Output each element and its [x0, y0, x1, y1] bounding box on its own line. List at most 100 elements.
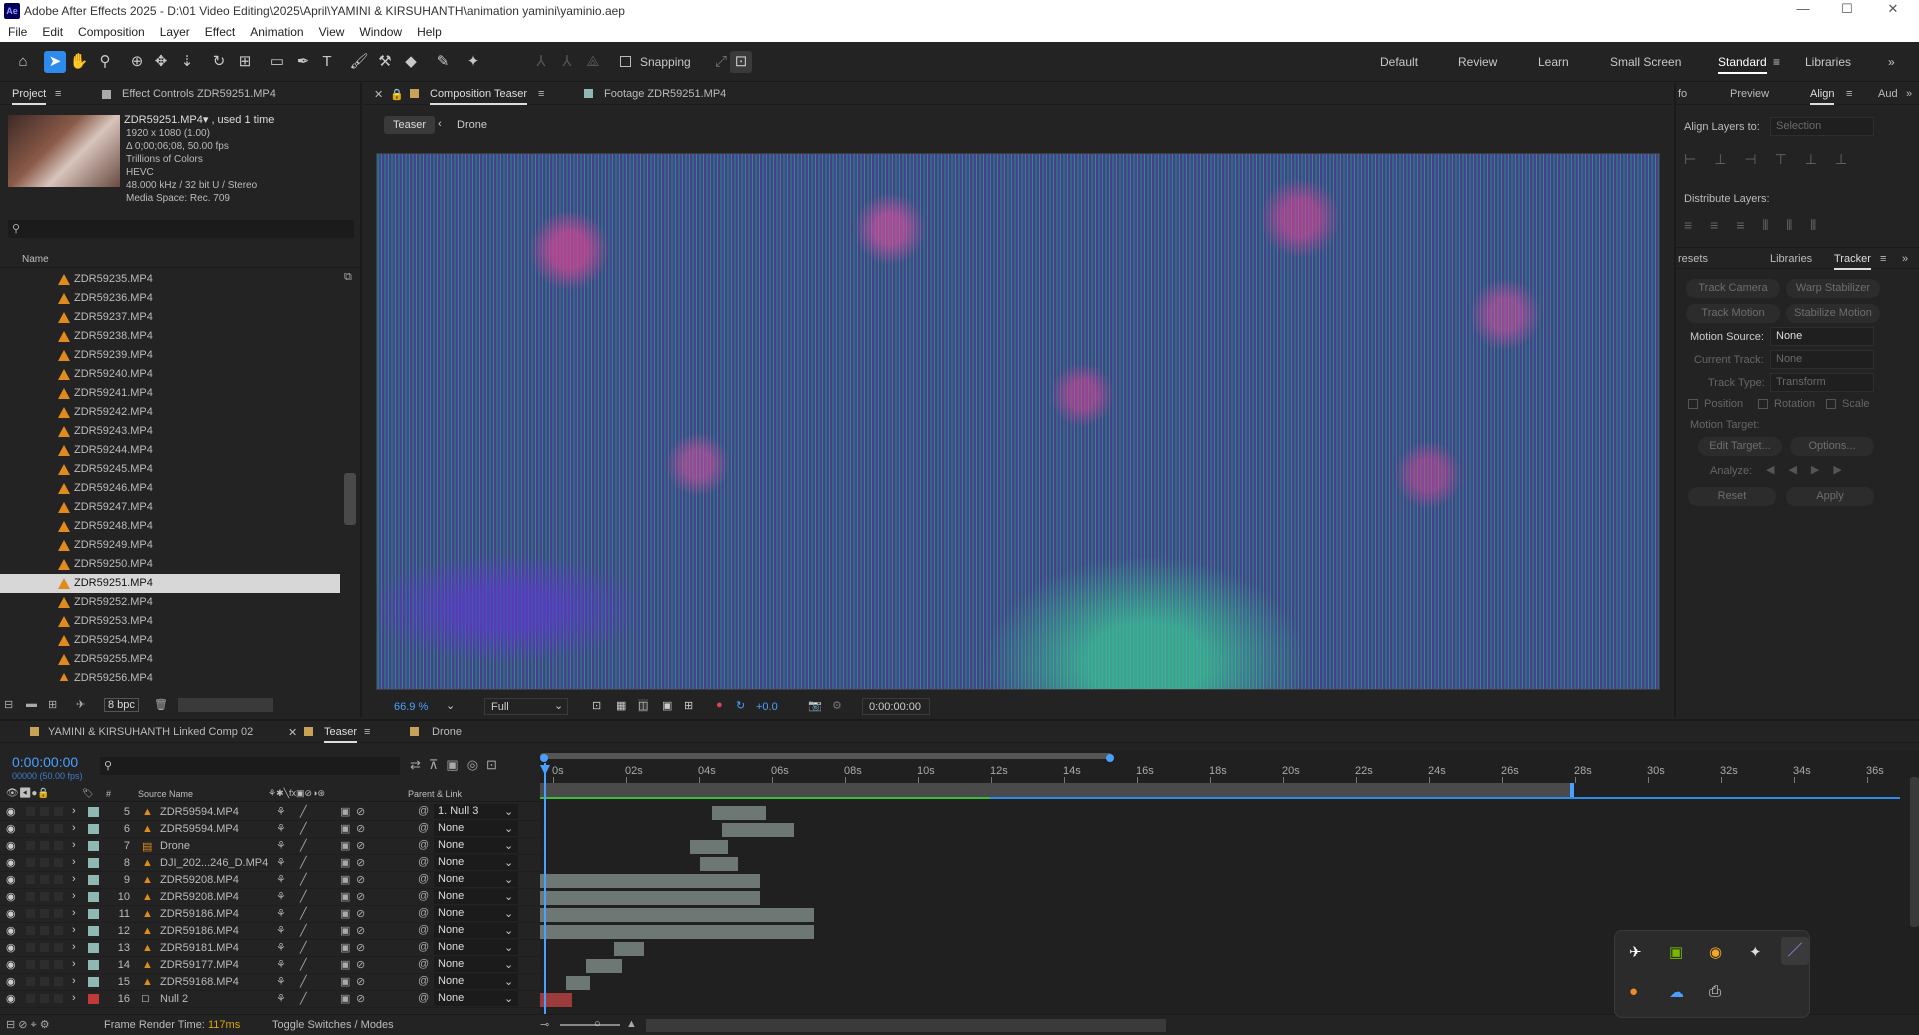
label-color-swatch[interactable] [88, 994, 99, 1004]
time-navigator[interactable] [540, 753, 1112, 759]
shy-switch-icon[interactable]: ⚘ [276, 805, 286, 818]
project-file-item[interactable]: ZDR59247.MP4 [0, 498, 340, 517]
shy-switch-icon[interactable]: ⚘ [276, 924, 286, 937]
visibility-eye-icon[interactable]: ◉ [6, 822, 16, 835]
clone-stamp-tool-icon[interactable]: ⚒ [374, 51, 396, 73]
tab-align-menu-icon[interactable]: ≡ [1846, 88, 1852, 100]
label-color-swatch[interactable] [88, 926, 99, 936]
project-file-item[interactable]: ZDR59254.MP4 [0, 631, 340, 650]
selection-tool-icon[interactable]: ➤ [44, 51, 66, 73]
layer-duration-bar[interactable] [540, 874, 760, 888]
menu-animation[interactable]: Animation [242, 22, 310, 39]
timeline-switches[interactable]: ⇄⊼▣◎⊡ [410, 757, 505, 773]
audio-toggle[interactable] [26, 926, 35, 935]
align-to-dropdown[interactable]: Selection [1770, 117, 1874, 136]
shy-switch-icon[interactable]: ⚘ [276, 907, 286, 920]
close-teaser-tab-icon[interactable]: ✕ [288, 726, 297, 739]
shy-switch-icon[interactable]: ⚘ [276, 839, 286, 852]
tab-align[interactable]: Align [1810, 88, 1835, 105]
visibility-eye-icon[interactable]: ◉ [6, 839, 16, 852]
project-file-item[interactable]: ZDR59245.MP4 [0, 460, 340, 479]
audio-toggle[interactable] [26, 994, 35, 1003]
project-file-item[interactable]: ZDR59244.MP4 [0, 441, 340, 460]
layer-duration-bar[interactable] [586, 959, 622, 973]
tab-composition-teaser[interactable]: Composition Teaser [430, 88, 528, 105]
work-area-end-handle[interactable] [1570, 783, 1574, 797]
analyze-buttons[interactable]: ◀◀▶▶ [1766, 463, 1856, 476]
layer-row[interactable]: ◉ › 9 ▲ ZDR59208.MP4 ⚘ ╱ ▣ ⊘ @ None ⌄ [0, 872, 540, 889]
motion-blur-switch-icon[interactable]: ▣ [340, 992, 350, 1005]
grid-guide-icon[interactable]: ▣ [662, 699, 672, 712]
adjustment-switch-icon[interactable]: ⊘ [356, 992, 365, 1005]
layer-row[interactable]: ◉ › 8 ▲ DJI_202...246_D.MP4 ⚘ ╱ ▣ ⊘ @ None ⌄ [0, 855, 540, 872]
thumbnail-slider[interactable] [178, 698, 273, 712]
quality-switch-icon[interactable]: ╱ [300, 992, 307, 1005]
shy-switch-icon[interactable]: ⚘ [276, 890, 286, 903]
motion-blur-switch-icon[interactable]: ▣ [340, 873, 350, 886]
menu-file[interactable]: File [0, 22, 34, 39]
pickwhip-icon[interactable]: @ [418, 856, 429, 868]
pickwhip-icon[interactable]: @ [418, 873, 429, 885]
column-parent-link[interactable]: Parent & Link [408, 789, 462, 799]
project-file-item[interactable]: ZDR59240.MP4 [0, 365, 340, 384]
expand-chevron-icon[interactable]: › [72, 975, 76, 987]
close-button[interactable]: ✕ [1880, 1, 1906, 21]
project-file-item[interactable]: ZDR59239.MP4 [0, 346, 340, 365]
tab-teaser[interactable]: Teaser [324, 726, 358, 743]
layer-source-name[interactable]: ZDR59208.MP4 [160, 891, 239, 903]
rotation-checkbox[interactable] [1758, 399, 1768, 409]
tab-footage[interactable]: Footage ZDR59251.MP4 [604, 88, 726, 100]
label-color-swatch[interactable] [88, 892, 99, 902]
track-type-dropdown[interactable]: Transform [1770, 373, 1874, 392]
nvidia-icon[interactable]: ▣ [1669, 943, 1683, 961]
workspace-review[interactable]: Review [1458, 55, 1497, 69]
audio-toggle[interactable] [26, 841, 35, 850]
layer-row[interactable]: ◉ › 14 ▲ ZDR59177.MP4 ⚘ ╱ ▣ ⊘ @ None ⌄ [0, 957, 540, 974]
layer-duration-bar[interactable] [722, 823, 794, 837]
solo-toggle[interactable] [40, 977, 49, 986]
telegram-icon[interactable]: ✈ [1629, 943, 1642, 961]
project-file-item[interactable]: ZDR59242.MP4 [0, 403, 340, 422]
lock-toggle[interactable] [54, 926, 63, 935]
shy-switch-icon[interactable]: ⚘ [276, 992, 286, 1005]
adjustment-switch-icon[interactable]: ⊘ [356, 856, 365, 869]
expand-chevron-icon[interactable]: › [72, 924, 76, 936]
lock-icon[interactable]: 🔒 [390, 88, 404, 101]
pen-tool-icon[interactable]: ✒ [292, 51, 314, 73]
audio-toggle[interactable] [26, 943, 35, 952]
tab-libraries[interactable]: Libraries [1770, 253, 1812, 265]
layer-duration-bar[interactable] [614, 942, 644, 956]
lock-toggle[interactable] [54, 875, 63, 884]
layer-source-name[interactable]: Null 2 [160, 993, 188, 1005]
rectangle-tool-icon[interactable]: ▭ [266, 51, 288, 73]
pickwhip-icon[interactable]: @ [418, 958, 429, 970]
footer-toggle-icons[interactable]: ⊟ ⊘ ⌖ ⚙ [6, 1018, 50, 1032]
avast-icon[interactable]: ● [1629, 983, 1638, 1000]
label-color-swatch[interactable] [88, 909, 99, 919]
visibility-eye-icon[interactable]: ◉ [6, 907, 16, 920]
solo-toggle[interactable] [40, 909, 49, 918]
quality-switch-icon[interactable]: ╱ [300, 873, 307, 886]
motion-blur-switch-icon[interactable]: ▣ [340, 907, 350, 920]
transparency-grid-icon[interactable]: ▦ [616, 699, 626, 712]
show-snapshot-icon[interactable]: ⚙ [832, 699, 842, 712]
apply-button[interactable]: Apply [1786, 487, 1874, 506]
expand-chevron-icon[interactable]: › [72, 873, 76, 885]
shy-switch-icon[interactable]: ⚘ [276, 975, 286, 988]
layer-duration-bar[interactable] [540, 925, 814, 939]
snapshot-icon[interactable]: 📷 [808, 699, 822, 712]
home-icon[interactable]: ⌂ [12, 51, 34, 73]
layer-row[interactable]: ◉ › 12 ▲ ZDR59186.MP4 ⚘ ╱ ▣ ⊘ @ None ⌄ [0, 923, 540, 940]
workspace-learn[interactable]: Learn [1538, 55, 1569, 69]
project-scrollbar[interactable] [344, 473, 356, 525]
quality-switch-icon[interactable]: ╱ [300, 958, 307, 971]
distribute-buttons[interactable]: ≡≡≡⫴⫴⫴ [1684, 217, 1884, 234]
solo-toggle[interactable] [40, 807, 49, 816]
adjustment-switch-icon[interactable]: ⊘ [356, 907, 365, 920]
lock-toggle[interactable] [54, 960, 63, 969]
layer-row[interactable]: ◉ › 11 ▲ ZDR59186.MP4 ⚘ ╱ ▣ ⊘ @ None ⌄ [0, 906, 540, 923]
viewer-timecode[interactable]: 0:00:00:00 [862, 698, 930, 715]
shy-switch-icon[interactable]: ⚘ [276, 873, 286, 886]
motion-blur-switch-icon[interactable]: ▣ [340, 975, 350, 988]
adjustment-switch-icon[interactable]: ⊘ [356, 890, 365, 903]
